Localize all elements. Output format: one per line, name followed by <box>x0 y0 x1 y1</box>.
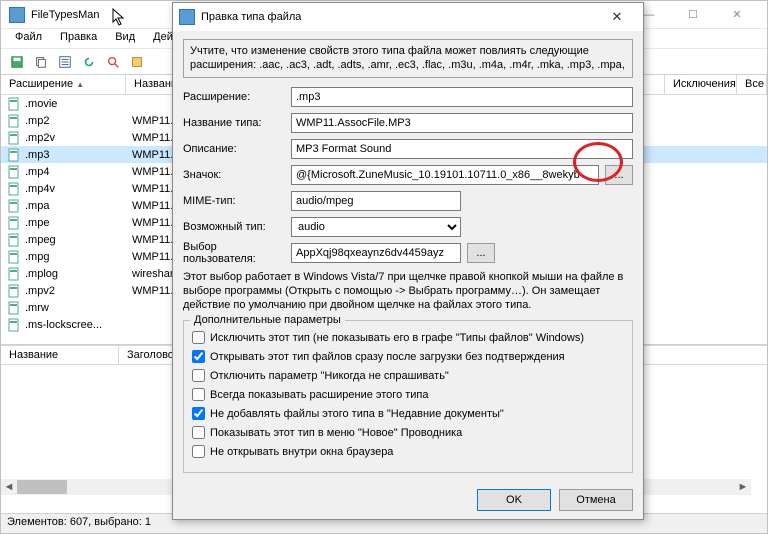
checkbox-label-5: Показывать этот тип в меню "Новое" Прово… <box>210 427 462 439</box>
scroll-right-icon[interactable]: ► <box>735 479 751 495</box>
input-description[interactable] <box>291 139 633 159</box>
checkbox-3[interactable] <box>192 388 205 401</box>
input-icon[interactable] <box>291 165 599 185</box>
dialog-close-button[interactable]: ✕ <box>597 5 637 29</box>
find-icon[interactable] <box>103 52 123 72</box>
refresh-icon[interactable] <box>79 52 99 72</box>
groupbox-title: Дополнительные параметры <box>190 314 345 326</box>
checkbox-1[interactable] <box>192 350 205 363</box>
checkbox-label-1: Открывать этот тип файлов сразу после за… <box>210 351 565 363</box>
dialog-icon <box>179 9 195 25</box>
label-description: Описание: <box>183 143 291 155</box>
checkbox-label-2: Отключить параметр "Никогда не спрашиват… <box>210 370 449 382</box>
cancel-button[interactable]: Отмена <box>559 489 633 511</box>
dialog-titlebar: Правка типа файла ✕ <box>173 3 643 31</box>
ok-button[interactable]: OK <box>477 489 551 511</box>
checkbox-5[interactable] <box>192 426 205 439</box>
menu-edit[interactable]: Правка <box>52 29 105 48</box>
label-userchoice: Выбор пользователя: <box>183 241 291 265</box>
status-text: Элементов: 607, выбрано: 1 <box>7 516 151 528</box>
input-extension[interactable] <box>291 87 633 107</box>
input-userchoice[interactable] <box>291 243 461 263</box>
browse-userchoice-button[interactable]: ... <box>467 243 495 263</box>
checkbox-label-6: Не открывать внутри окна браузера <box>210 446 393 458</box>
checkbox-4[interactable] <box>192 407 205 420</box>
checkbox-label-4: Не добавлять файлы этого типа в "Недавни… <box>210 408 504 420</box>
dialog-title-text: Правка типа файла <box>201 11 597 23</box>
edit-type-dialog: Правка типа файла ✕ Учтите, что изменени… <box>172 2 644 520</box>
menu-view[interactable]: Вид <box>107 29 143 48</box>
input-typename[interactable] <box>291 113 633 133</box>
properties-icon[interactable] <box>55 52 75 72</box>
menu-file[interactable]: Файл <box>7 29 50 48</box>
col-extension[interactable]: Расширение ▲ <box>1 75 126 94</box>
help-text: Этот выбор работает в Windows Vista/7 пр… <box>183 270 633 313</box>
checkbox-2[interactable] <box>192 369 205 382</box>
checkbox-label-3: Всегда показывать расширение этого типа <box>210 389 429 401</box>
label-typename: Название типа: <box>183 117 291 129</box>
scroll-thumb[interactable] <box>17 480 67 494</box>
select-perceived[interactable]: audio <box>291 217 461 237</box>
label-icon: Значок: <box>183 169 291 181</box>
close-button[interactable]: ✕ <box>715 1 759 29</box>
label-mime: MIME-тип: <box>183 195 291 207</box>
checkbox-0[interactable] <box>192 331 205 344</box>
col-all[interactable]: Все <box>737 75 767 94</box>
input-mime[interactable] <box>291 191 461 211</box>
label-extension: Расширение: <box>183 91 291 103</box>
label-perceived: Возможный тип: <box>183 221 291 233</box>
additional-params-group: Дополнительные параметры Исключить этот … <box>183 320 633 473</box>
maximize-button[interactable]: ☐ <box>671 1 715 29</box>
scroll-left-icon[interactable]: ◄ <box>1 479 17 495</box>
checkbox-6[interactable] <box>192 445 205 458</box>
app-icon <box>9 7 25 23</box>
notice-text: Учтите, что изменение свойств этого типа… <box>183 39 633 78</box>
checkbox-label-0: Исключить этот тип (не показывать его в … <box>210 332 584 344</box>
browse-icon-button[interactable]: ... <box>605 165 633 185</box>
col-detail-name[interactable]: Название <box>1 346 119 364</box>
col-exclusions[interactable]: Исключения <box>665 75 737 94</box>
copy-icon[interactable] <box>31 52 51 72</box>
options-icon[interactable] <box>127 52 147 72</box>
save-icon[interactable] <box>7 52 27 72</box>
